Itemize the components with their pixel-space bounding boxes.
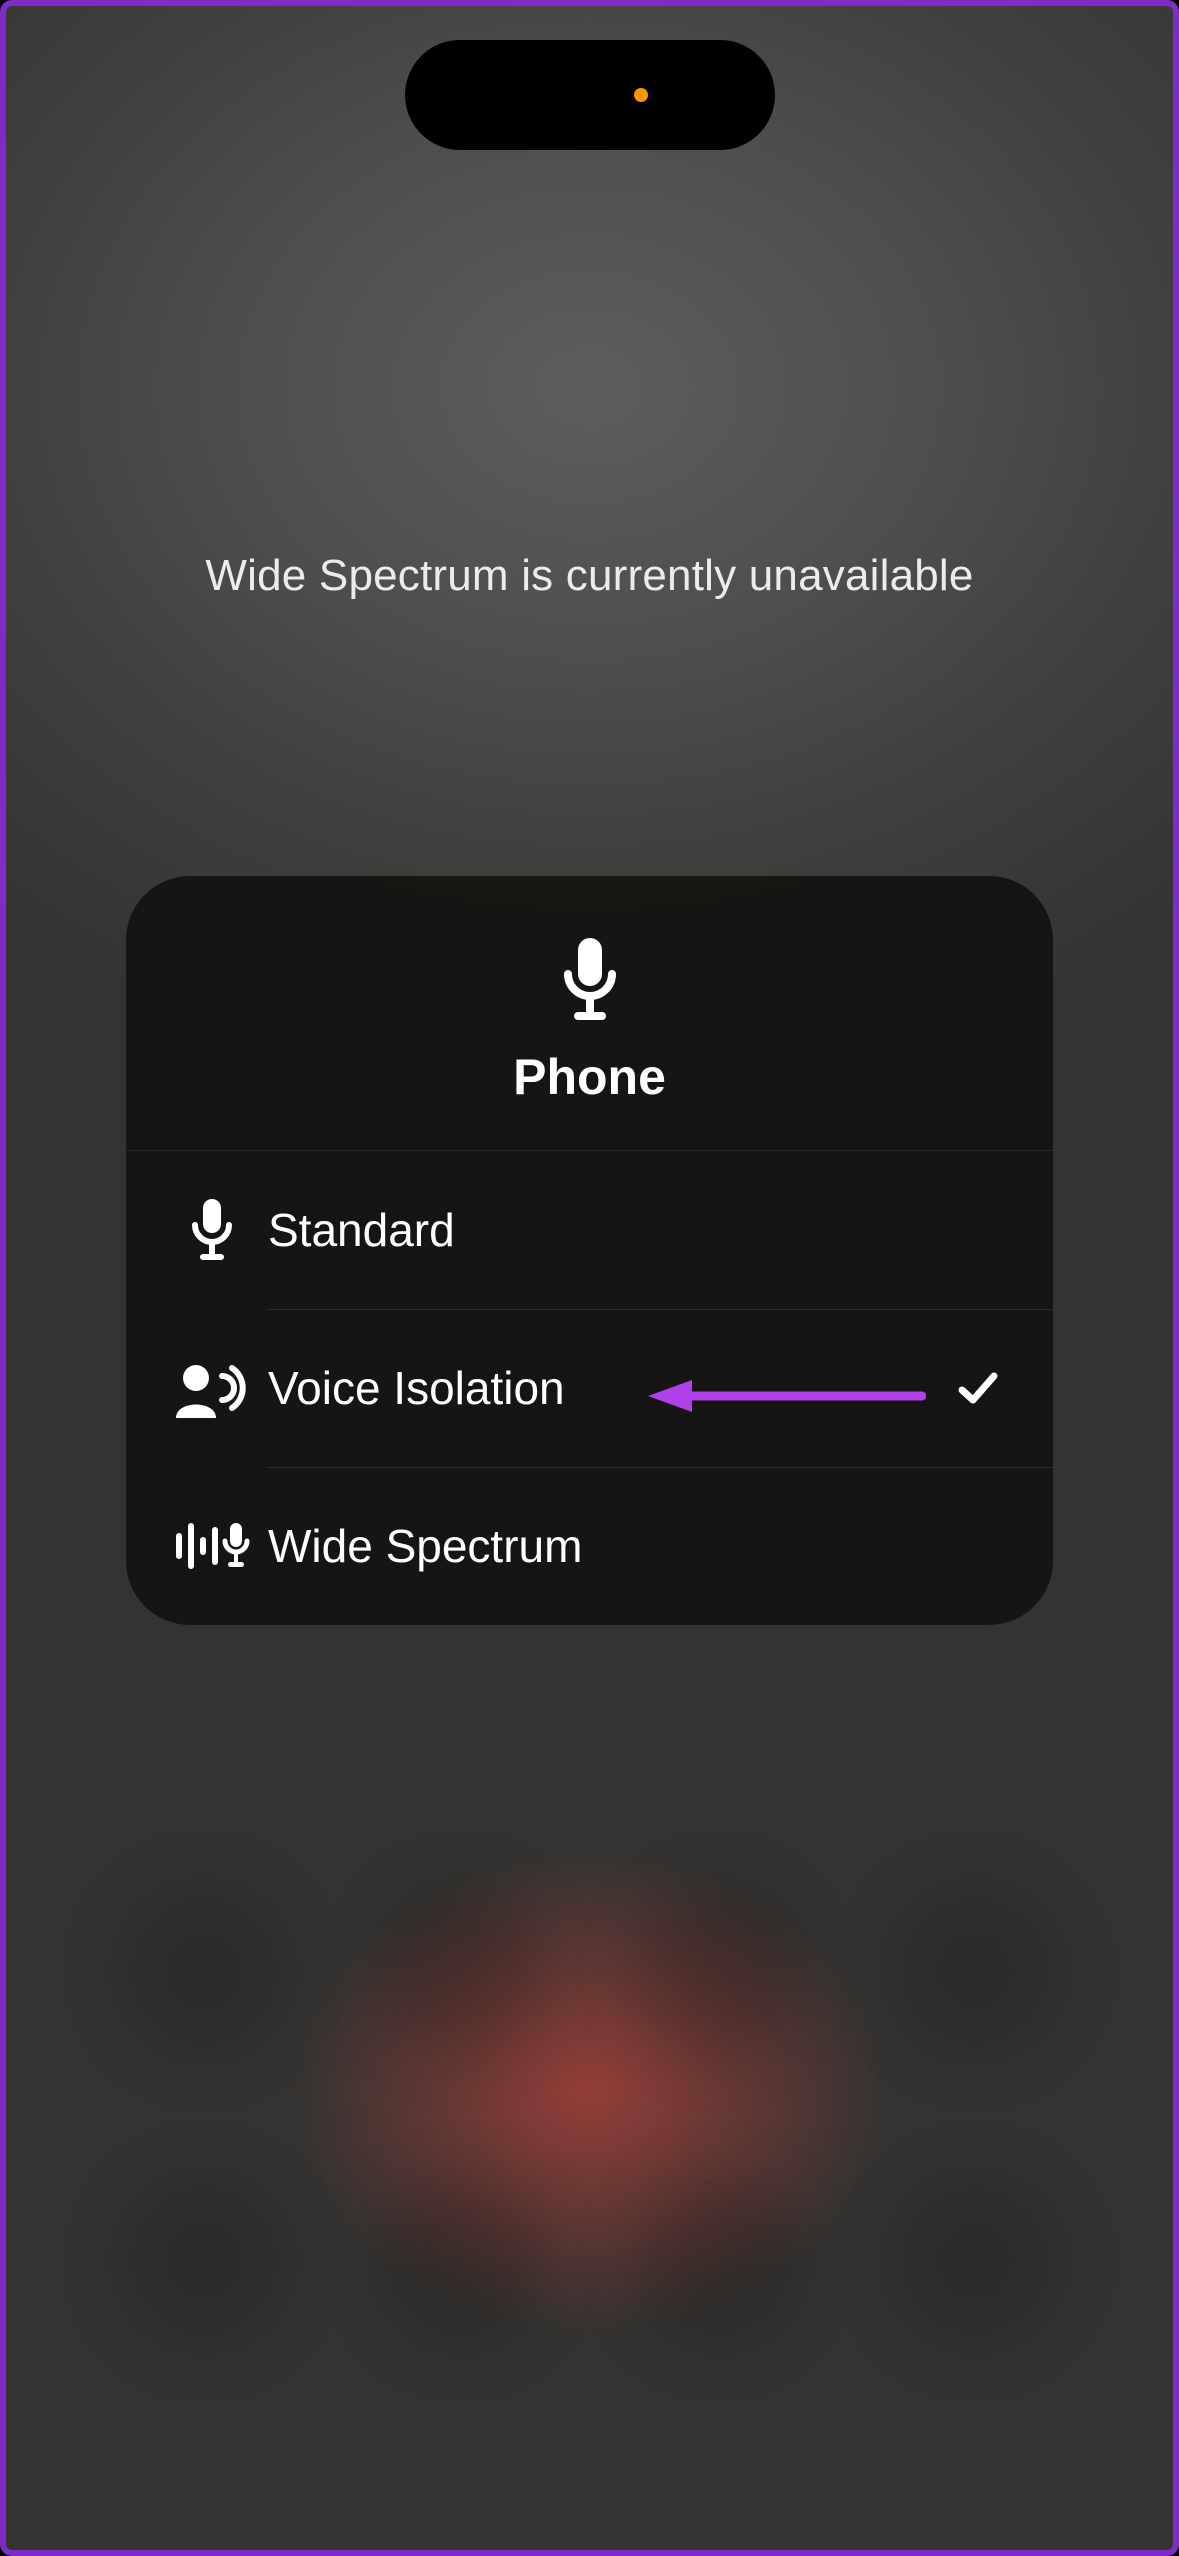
option-label: Wide Spectrum	[262, 1519, 953, 1573]
waveform-mic-icon	[162, 1515, 262, 1577]
panel-app-name: Phone	[126, 1048, 1053, 1106]
mic-icon	[162, 1197, 262, 1263]
mic-mode-option-voice-isolation[interactable]: Voice Isolation	[126, 1309, 1053, 1467]
mic-mode-panel: Phone Standard	[126, 876, 1053, 1625]
person-voice-icon	[162, 1356, 262, 1420]
mic-indicator-dot	[634, 88, 648, 102]
option-label: Standard	[262, 1203, 953, 1257]
checkmark-icon	[953, 1364, 1003, 1412]
mic-mode-option-wide-spectrum[interactable]: Wide Spectrum	[126, 1467, 1053, 1625]
status-message: Wide Spectrum is currently unavailable	[6, 551, 1173, 601]
bg-tiles-row	[6, 2176, 1173, 2346]
bg-tiles-row	[6, 1886, 1173, 2056]
device-frame: Wide Spectrum is currently unavailable P…	[0, 0, 1179, 2556]
mic-icon	[558, 936, 622, 1024]
mic-mode-option-standard[interactable]: Standard	[126, 1151, 1053, 1309]
panel-header: Phone	[126, 876, 1053, 1151]
option-label: Voice Isolation	[262, 1361, 953, 1415]
dynamic-island	[405, 40, 775, 150]
